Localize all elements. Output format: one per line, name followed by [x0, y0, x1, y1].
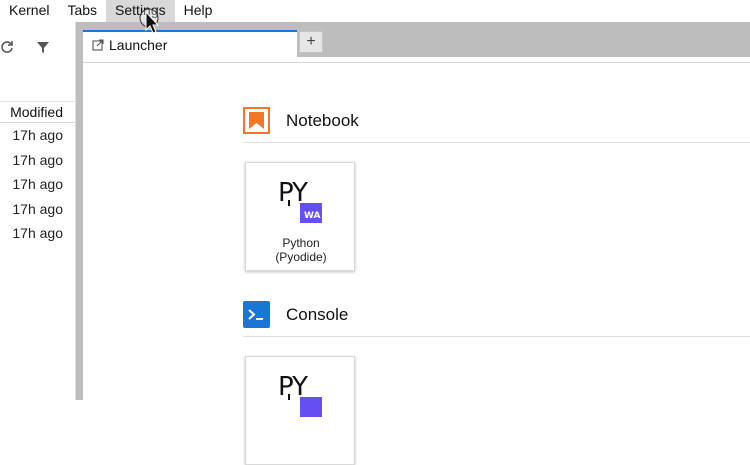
- file-row-modified[interactable]: 17h ago: [0, 197, 76, 222]
- mouse-cursor-icon: [139, 8, 160, 34]
- column-header-modified[interactable]: Modified: [0, 101, 76, 123]
- launcher-card-console-pyodide[interactable]: PY: [245, 356, 355, 465]
- menu-kernel[interactable]: Kernel: [0, 0, 58, 22]
- file-browser-panel: Modified 17h ago 17h ago 17h ago 17h ago…: [0, 22, 76, 400]
- section-console: Console: [243, 293, 750, 337]
- card-label-line1: Python: [282, 236, 320, 250]
- menu-tabs[interactable]: Tabs: [58, 0, 106, 22]
- console-icon: [243, 301, 270, 328]
- launcher-card-python-pyodide[interactable]: PY WA Python (Pyodide): [245, 162, 355, 271]
- file-list: 17h ago 17h ago 17h ago 17h ago 17h ago: [0, 123, 76, 246]
- card-label-line2: (Pyodide): [275, 250, 327, 264]
- file-row-modified[interactable]: 17h ago: [0, 148, 76, 173]
- file-row-modified[interactable]: 17h ago: [0, 123, 76, 148]
- refresh-icon[interactable]: [0, 40, 14, 54]
- tab-launcher[interactable]: Launcher: [83, 30, 297, 58]
- menubar: Kernel Tabs Settings Help: [0, 0, 750, 22]
- card-label: Python (Pyodide): [246, 236, 356, 264]
- panel-splitter[interactable]: [76, 22, 83, 400]
- section-title: Console: [286, 305, 349, 324]
- file-row-modified[interactable]: 17h ago: [0, 221, 76, 246]
- tab-bar: Launcher +: [83, 22, 750, 58]
- add-tab-button[interactable]: +: [299, 31, 323, 53]
- launcher-main: Notebook PY WA Python (Pyodide) Console …: [83, 57, 750, 465]
- section-notebook: Notebook: [243, 99, 750, 143]
- notebook-icon: [243, 107, 270, 134]
- divider: [83, 62, 750, 63]
- section-title: Notebook: [286, 111, 359, 130]
- svg-text:WA: WA: [304, 211, 321, 221]
- filter-icon[interactable]: [36, 40, 50, 54]
- file-row-modified[interactable]: 17h ago: [0, 172, 76, 197]
- launcher-icon: [92, 39, 104, 51]
- pyodide-logo-icon: PY WA: [278, 178, 322, 223]
- pyodide-logo-icon: PY: [278, 372, 322, 417]
- menu-help[interactable]: Help: [175, 0, 222, 22]
